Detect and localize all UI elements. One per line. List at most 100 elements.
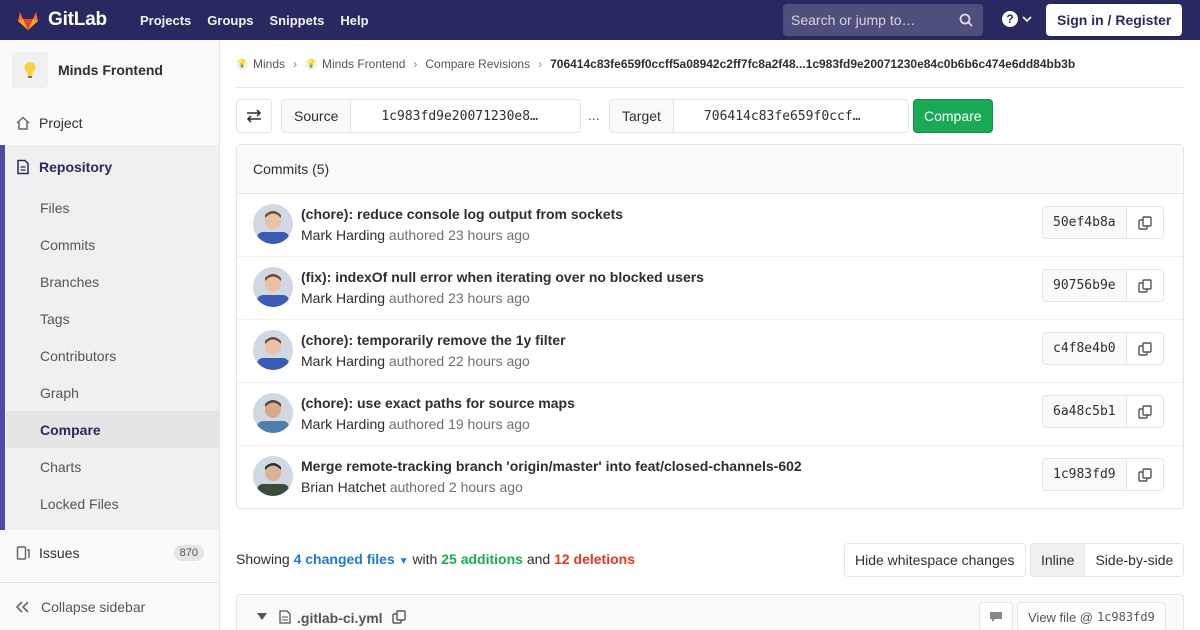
- commit-author[interactable]: Brian Hatchet: [301, 479, 386, 495]
- avatar-icon: [253, 330, 293, 370]
- copy-sha-button[interactable]: [1126, 396, 1163, 427]
- breadcrumb-group[interactable]: Minds: [253, 57, 285, 71]
- search-icon: [959, 13, 973, 27]
- caret-down-icon[interactable]: [257, 613, 267, 621]
- copy-icon: [1137, 341, 1152, 356]
- avatar-icon: [253, 204, 293, 244]
- swap-revisions-button[interactable]: [236, 99, 272, 133]
- copy-sha-button[interactable]: [1126, 333, 1163, 364]
- nav-snippets[interactable]: Snippets: [262, 13, 333, 28]
- breadcrumb: 💡 Minds › 💡 Minds Frontend › Compare Rev…: [236, 40, 1184, 88]
- summary-and: and: [526, 551, 551, 567]
- user-avatar[interactable]: [253, 204, 293, 244]
- changed-files-dropdown[interactable]: 4 changed files ▼: [294, 551, 409, 567]
- copy-icon[interactable]: [392, 610, 406, 624]
- sidebar-project-header[interactable]: Minds Frontend: [0, 40, 219, 100]
- nav-links: Projects Groups Snippets Help: [132, 13, 377, 28]
- sidebar-item-label: Project: [39, 115, 83, 131]
- sidebar-sub-files[interactable]: Files: [6, 189, 219, 226]
- source-value[interactable]: 1c983fd9e20071230e8…: [351, 100, 568, 132]
- hide-whitespace-button[interactable]: Hide whitespace changes: [844, 543, 1026, 577]
- sidebar-sub-commits[interactable]: Commits: [6, 226, 219, 263]
- comments-toggle-button[interactable]: [979, 602, 1013, 630]
- commit-sha[interactable]: 90756b9e: [1043, 270, 1127, 301]
- user-avatar[interactable]: [253, 456, 293, 496]
- source-ref-selector[interactable]: Source 1c983fd9e20071230e8…: [281, 99, 581, 133]
- compare-separator: ...: [588, 107, 600, 123]
- nav-groups[interactable]: Groups: [199, 13, 261, 28]
- sidebar-sub-branches[interactable]: Branches: [6, 263, 219, 300]
- copy-icon: [1137, 215, 1152, 230]
- commit-sha-group: 1c983fd9: [1042, 458, 1164, 491]
- commit-author[interactable]: Mark Harding: [301, 353, 385, 369]
- commit-title[interactable]: (chore): reduce console log output from …: [301, 206, 623, 222]
- sidebar-item-project[interactable]: Project: [0, 105, 219, 141]
- file-name[interactable]: .gitlab-ci.yml: [297, 610, 383, 626]
- user-avatar[interactable]: [253, 267, 293, 307]
- nav-projects[interactable]: Projects: [132, 13, 199, 28]
- commit-title[interactable]: Merge remote-tracking branch 'origin/mas…: [301, 458, 802, 474]
- help-dropdown[interactable]: ?: [1002, 11, 1032, 27]
- additions-count: 25 additions: [441, 551, 523, 567]
- breadcrumb-current[interactable]: 706414c83fe659f0ccff5a08942c2ff7fc8a2f48…: [550, 57, 1075, 71]
- commit-author[interactable]: Mark Harding: [301, 416, 385, 432]
- target-ref-selector[interactable]: Target 706414c83fe659f0ccf…: [609, 99, 909, 133]
- search-input[interactable]: Search or jump to…: [783, 4, 983, 36]
- commit-sha[interactable]: 50ef4b8a: [1043, 207, 1127, 238]
- commit-sha-group: c4f8e4b0: [1042, 332, 1164, 365]
- commits-panel: Commits (5) (chore): reduce console log …: [236, 144, 1184, 509]
- project-avatar-icon: 💡: [305, 57, 318, 70]
- collapse-sidebar-button[interactable]: Collapse sidebar: [0, 582, 219, 630]
- sidebar: Minds Frontend Project Repository Files …: [0, 40, 220, 630]
- collapse-label: Collapse sidebar: [41, 598, 146, 615]
- compare-button[interactable]: Compare: [913, 99, 993, 133]
- commit-time: 23 hours ago: [448, 290, 530, 306]
- commit-row: (chore): use exact paths for source maps…: [237, 383, 1183, 446]
- commit-verb: authored: [389, 479, 445, 495]
- commit-sha[interactable]: c4f8e4b0: [1043, 333, 1127, 364]
- caret-down-icon: ▼: [398, 556, 409, 567]
- sidebar-sub-tags[interactable]: Tags: [6, 300, 219, 337]
- commit-title[interactable]: (chore): use exact paths for source maps: [301, 395, 575, 411]
- commit-author[interactable]: Mark Harding: [301, 227, 385, 243]
- commit-title[interactable]: (chore): temporarily remove the 1y filte…: [301, 332, 566, 348]
- sidebar-sub-compare[interactable]: Compare: [6, 411, 219, 448]
- commit-row: Merge remote-tracking branch 'origin/mas…: [237, 446, 1183, 509]
- sidebar-item-label: Issues: [39, 545, 80, 561]
- sidebar-sub-charts[interactable]: Charts: [6, 448, 219, 485]
- sign-in-button[interactable]: Sign in / Register: [1046, 4, 1183, 36]
- commit-sha[interactable]: 1c983fd9: [1043, 459, 1127, 490]
- user-avatar[interactable]: [253, 393, 293, 433]
- copy-icon: [1137, 278, 1152, 293]
- side-by-side-button[interactable]: Side-by-side: [1085, 544, 1183, 576]
- breadcrumb-section[interactable]: Compare Revisions: [425, 57, 530, 71]
- brand-name: GitLab: [48, 9, 107, 30]
- swap-icon: [246, 109, 262, 123]
- lightbulb-icon: [24, 62, 36, 78]
- copy-sha-button[interactable]: [1126, 459, 1163, 490]
- changed-files-label: 4 changed files: [293, 551, 395, 567]
- commit-title[interactable]: (fix): indexOf null error when iterating…: [301, 269, 704, 285]
- top-navbar: GitLab Projects Groups Snippets Help Sea…: [0, 0, 1200, 40]
- chevron-right-icon: ›: [293, 56, 298, 71]
- copy-sha-button[interactable]: [1126, 207, 1163, 238]
- view-file-button[interactable]: View file @ 1c983fd9: [1017, 602, 1166, 630]
- sidebar-sub-graph[interactable]: Graph: [6, 374, 219, 411]
- copy-sha-button[interactable]: [1126, 270, 1163, 301]
- sidebar-sub-locked-files[interactable]: Locked Files: [6, 485, 219, 522]
- brand[interactable]: GitLab: [16, 8, 107, 32]
- commit-sha-group: 90756b9e: [1042, 269, 1164, 302]
- commit-verb: authored: [388, 353, 445, 369]
- commits-header: Commits (5): [237, 145, 1183, 194]
- user-avatar[interactable]: [253, 330, 293, 370]
- sidebar-sub-contributors[interactable]: Contributors: [6, 337, 219, 374]
- breadcrumb-project[interactable]: Minds Frontend: [322, 57, 405, 71]
- sidebar-item-issues[interactable]: Issues 870: [0, 535, 219, 571]
- target-value[interactable]: 706414c83fe659f0ccf…: [674, 100, 891, 132]
- nav-help[interactable]: Help: [332, 13, 376, 28]
- sidebar-item-repository[interactable]: Repository: [0, 148, 219, 186]
- search-placeholder: Search or jump to…: [791, 12, 916, 28]
- inline-view-button[interactable]: Inline: [1031, 544, 1086, 576]
- commit-sha[interactable]: 6a48c5b1: [1043, 396, 1127, 427]
- commit-author[interactable]: Mark Harding: [301, 290, 385, 306]
